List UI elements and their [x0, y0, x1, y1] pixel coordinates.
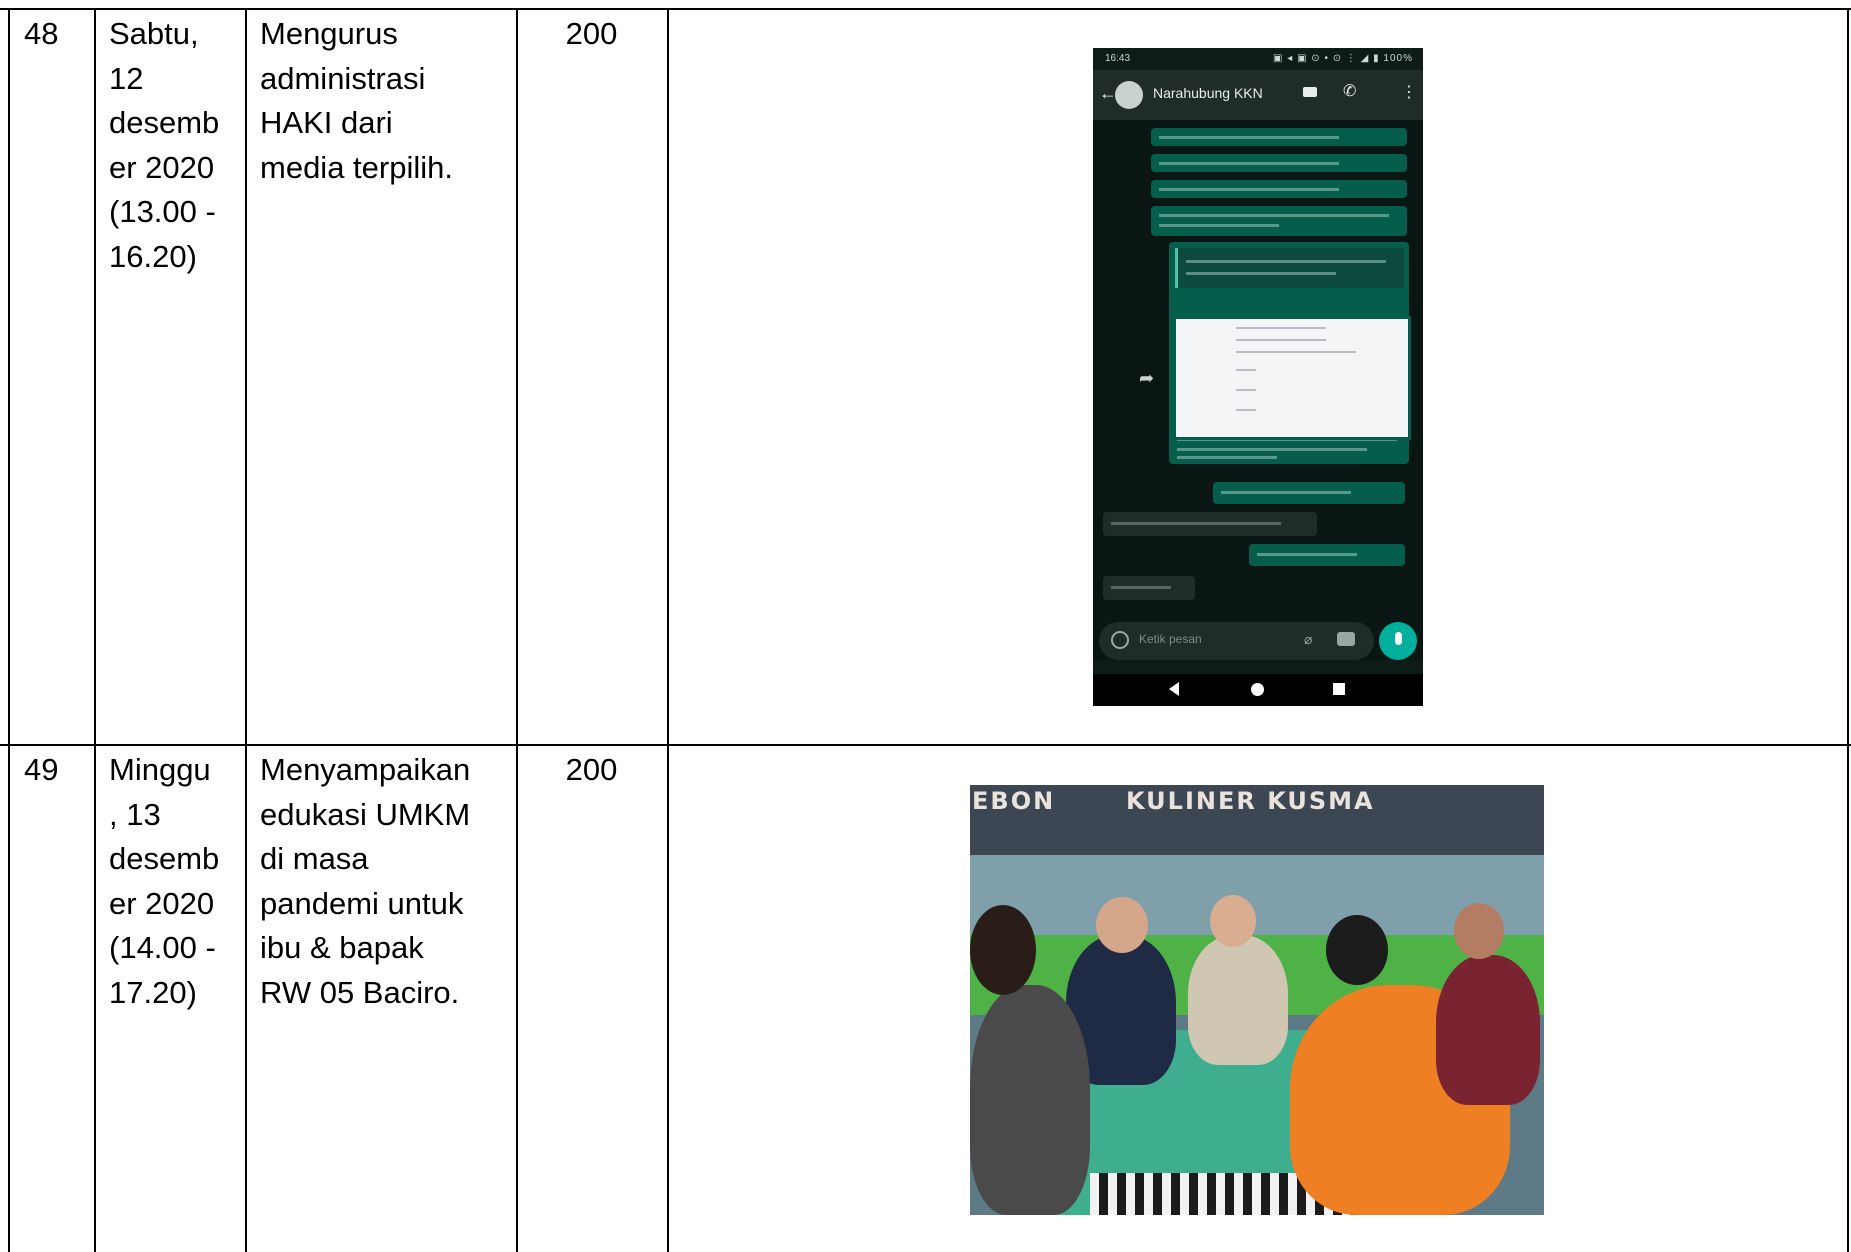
message-bubble [1213, 482, 1405, 504]
sign-left: EBON [972, 787, 1056, 815]
person [1188, 935, 1288, 1065]
nav-back-icon [1169, 682, 1179, 696]
status-bar: 16:43 ▣ ◂ ▣ ⊙ • ⊙ ⋮ ◢ ▮ 100% [1093, 48, 1423, 70]
person [1096, 897, 1148, 953]
row-number: 49 [24, 752, 59, 787]
col-divider [94, 8, 96, 1252]
nav-home-icon [1251, 683, 1264, 696]
col-divider [8, 8, 10, 1252]
message-bubble-incoming [1103, 512, 1317, 536]
message-input: Ketik pesan ⌀ [1099, 622, 1374, 660]
person [1210, 895, 1256, 947]
row-divider [0, 744, 1851, 746]
person [970, 905, 1036, 995]
col-divider [667, 8, 669, 1252]
row-activity: Mengurus administrasi HAKI dari media te… [260, 16, 453, 185]
row-duration: 200 [565, 16, 618, 51]
emoji-icon [1111, 631, 1129, 649]
message-bubble [1151, 180, 1407, 198]
forward-icon: ➦ [1139, 368, 1155, 388]
message-bubble [1151, 206, 1407, 236]
col-divider [245, 8, 247, 1252]
table-right-border [1847, 8, 1849, 1252]
video-call-icon [1303, 87, 1317, 97]
evidence-whatsapp-screenshot: 16:43 ▣ ◂ ▣ ⊙ • ⊙ ⋮ ◢ ▮ 100% ← Narahubun… [1093, 48, 1423, 706]
document-image [1173, 316, 1411, 440]
person [970, 985, 1090, 1215]
attach-icon: ⌀ [1304, 631, 1313, 647]
message-bubble [1151, 154, 1407, 172]
chat-name: Narahubung KKN [1153, 85, 1263, 101]
more-options-icon: ⋮ [1401, 84, 1417, 101]
status-time: 16:43 [1105, 53, 1131, 64]
row-number: 48 [24, 16, 59, 51]
message-bubble-incoming [1103, 576, 1195, 600]
phone-icon: ✆ [1343, 83, 1357, 100]
evidence-photo: EBON KULINER KUSMA [970, 785, 1544, 1215]
chat-header: ← Narahubung KKN ✆ ⋮ [1093, 70, 1423, 120]
row-date: Sabtu, 12 desemb er 2020 (13.00 - 16.20) [109, 16, 220, 274]
activity-log-table: 48 Sabtu, 12 desemb er 2020 (13.00 - 16.… [0, 0, 1851, 1252]
person [1454, 903, 1504, 959]
input-placeholder: Ketik pesan [1139, 632, 1202, 646]
table-top-border [0, 8, 1851, 10]
row-activity: Menyampaikan edukasi UMKM di masa pandem… [260, 752, 471, 1010]
camera-icon [1337, 632, 1355, 646]
status-icons: ▣ ◂ ▣ ⊙ • ⊙ ⋮ ◢ ▮ 100% [1273, 53, 1413, 64]
row-duration: 200 [565, 752, 618, 787]
android-nav-bar [1093, 674, 1423, 706]
message-bubble [1249, 544, 1405, 566]
person [1326, 915, 1388, 985]
chat-messages: ➦ [1093, 120, 1423, 660]
avatar [1115, 81, 1143, 109]
photo-sign: EBON KULINER KUSMA [970, 787, 1544, 815]
col-divider [516, 8, 518, 1252]
message-bubble [1151, 128, 1407, 146]
person [1436, 955, 1540, 1105]
sign-right: KULINER KUSMA [1126, 787, 1375, 815]
mic-icon [1395, 632, 1402, 645]
nav-recents-icon [1333, 683, 1345, 695]
mic-button [1379, 622, 1417, 660]
row-date: Minggu , 13 desemb er 2020 (14.00 - 17.2… [109, 752, 220, 1010]
